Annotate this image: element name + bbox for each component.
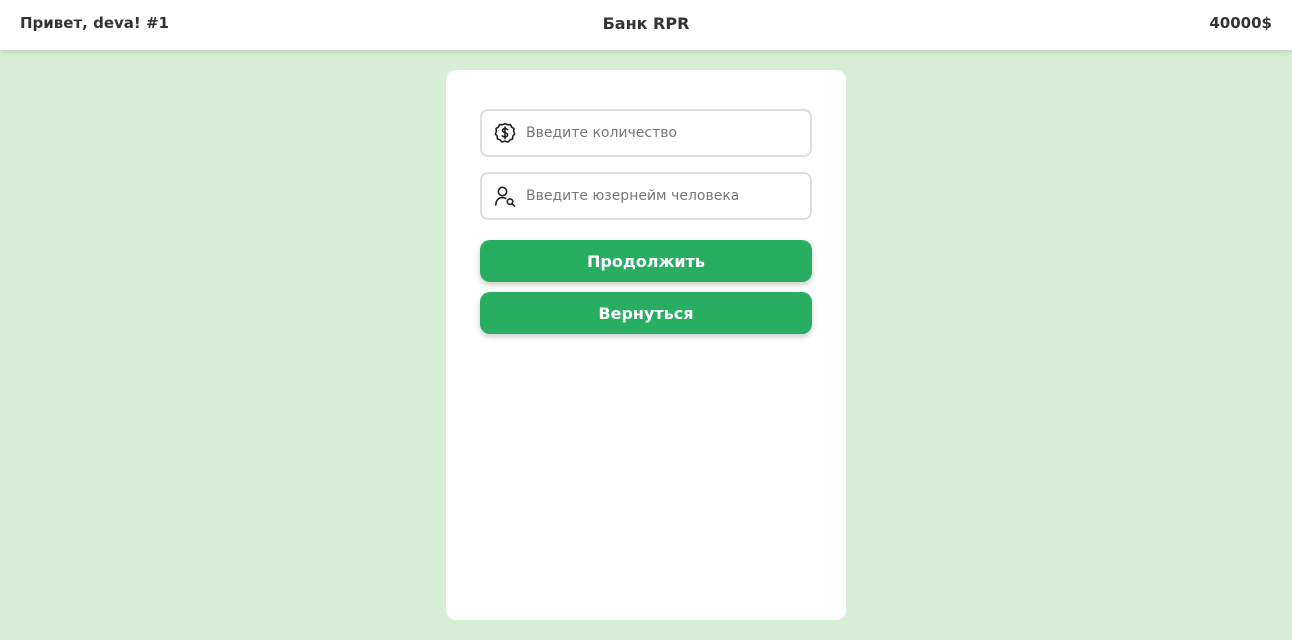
amount-input[interactable] [526,111,802,155]
app-title: Банк RPR [602,14,690,33]
user-search-icon [494,185,516,207]
username-field[interactable] [480,172,812,220]
username-input[interactable] [526,174,802,218]
back-button[interactable]: Вернуться [480,292,812,334]
amount-field[interactable] [480,109,812,157]
greeting-text: Привет, deva! #1 [20,14,169,32]
dollar-coin-icon [494,122,516,144]
balance-display: 40000$ [1209,14,1272,32]
transfer-card: Продолжить Вернуться [446,70,846,620]
top-bar: Привет, deva! #1 Банк RPR 40000$ [0,0,1292,50]
continue-button[interactable]: Продолжить [480,240,812,282]
